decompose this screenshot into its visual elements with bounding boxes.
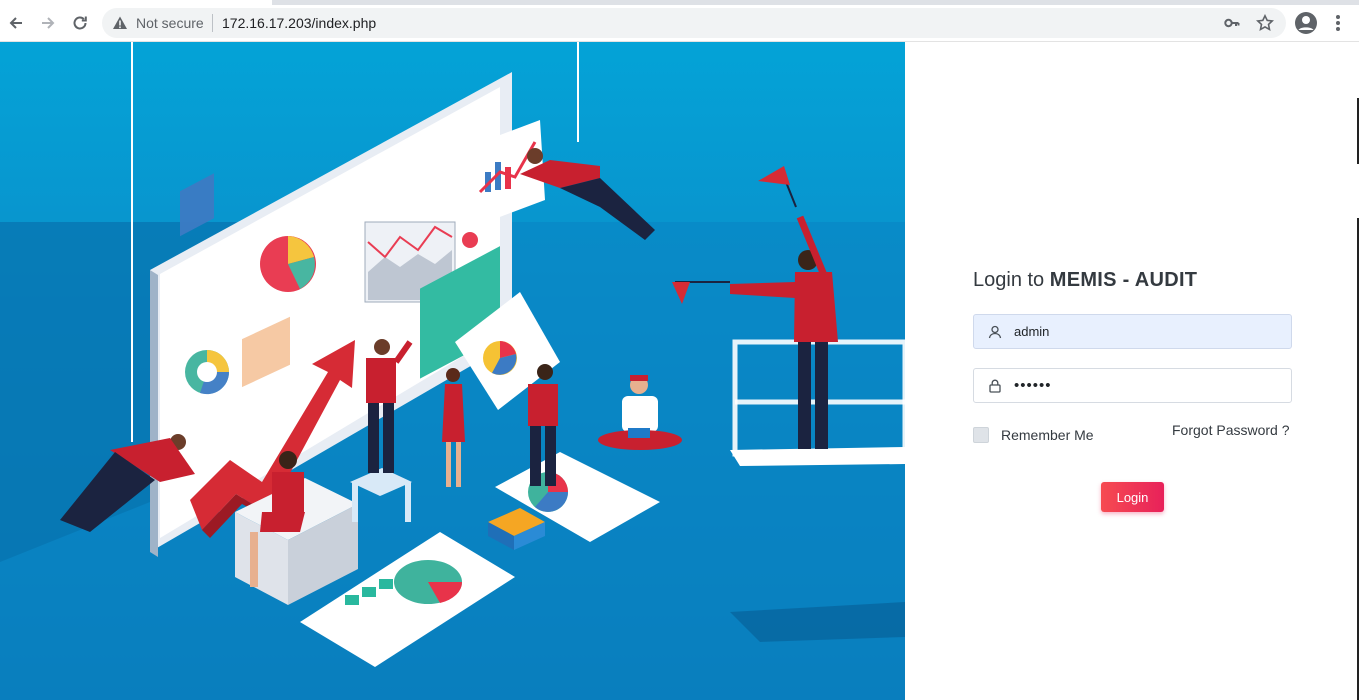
forward-arrow-icon <box>42 17 55 29</box>
analytics-team-illustration <box>0 42 905 700</box>
warning-icon[interactable] <box>112 15 128 31</box>
username-input[interactable] <box>1014 315 1284 348</box>
url-text[interactable]: 172.16.17.203/index.php <box>222 15 376 31</box>
login-title: Login to MEMIS - AUDIT <box>973 269 1197 292</box>
password-field[interactable] <box>973 368 1292 403</box>
app-name: MEMIS - AUDIT <box>1049 269 1198 291</box>
login-title-prefix: Login to <box>973 269 1050 291</box>
security-status-text[interactable]: Not secure <box>136 15 204 31</box>
kebab-menu-icon[interactable] <box>1330 13 1346 33</box>
address-divider <box>212 14 213 32</box>
back-button[interactable] <box>5 12 27 34</box>
username-field[interactable] <box>973 314 1292 349</box>
remember-me-checkbox[interactable] <box>973 427 989 443</box>
user-icon <box>988 325 1002 339</box>
forward-button[interactable] <box>37 12 59 34</box>
browser-toolbar: Not secure 172.16.17.203/index.php <box>0 0 1359 42</box>
password-input[interactable] <box>1014 369 1284 402</box>
key-icon[interactable] <box>1224 15 1240 31</box>
login-panel: Login to MEMIS - AUDIT Remember Me Forgo… <box>905 42 1359 700</box>
remember-me-label: Remember Me <box>1001 427 1094 443</box>
reload-button[interactable] <box>69 12 91 34</box>
address-bar[interactable]: Not secure 172.16.17.203/index.php <box>102 8 1286 38</box>
profile-avatar-icon[interactable] <box>1294 11 1318 35</box>
login-button[interactable]: Login <box>1101 482 1164 512</box>
reload-icon <box>73 16 87 30</box>
hero-illustration <box>0 42 905 700</box>
remember-me[interactable]: Remember Me <box>973 425 1094 445</box>
bookmark-star-icon[interactable] <box>1256 14 1274 32</box>
back-arrow-icon <box>9 17 22 29</box>
lock-icon <box>989 379 1001 393</box>
forgot-password-link[interactable]: Forgot Password ? <box>1172 422 1290 438</box>
tab-strip <box>0 0 1359 5</box>
